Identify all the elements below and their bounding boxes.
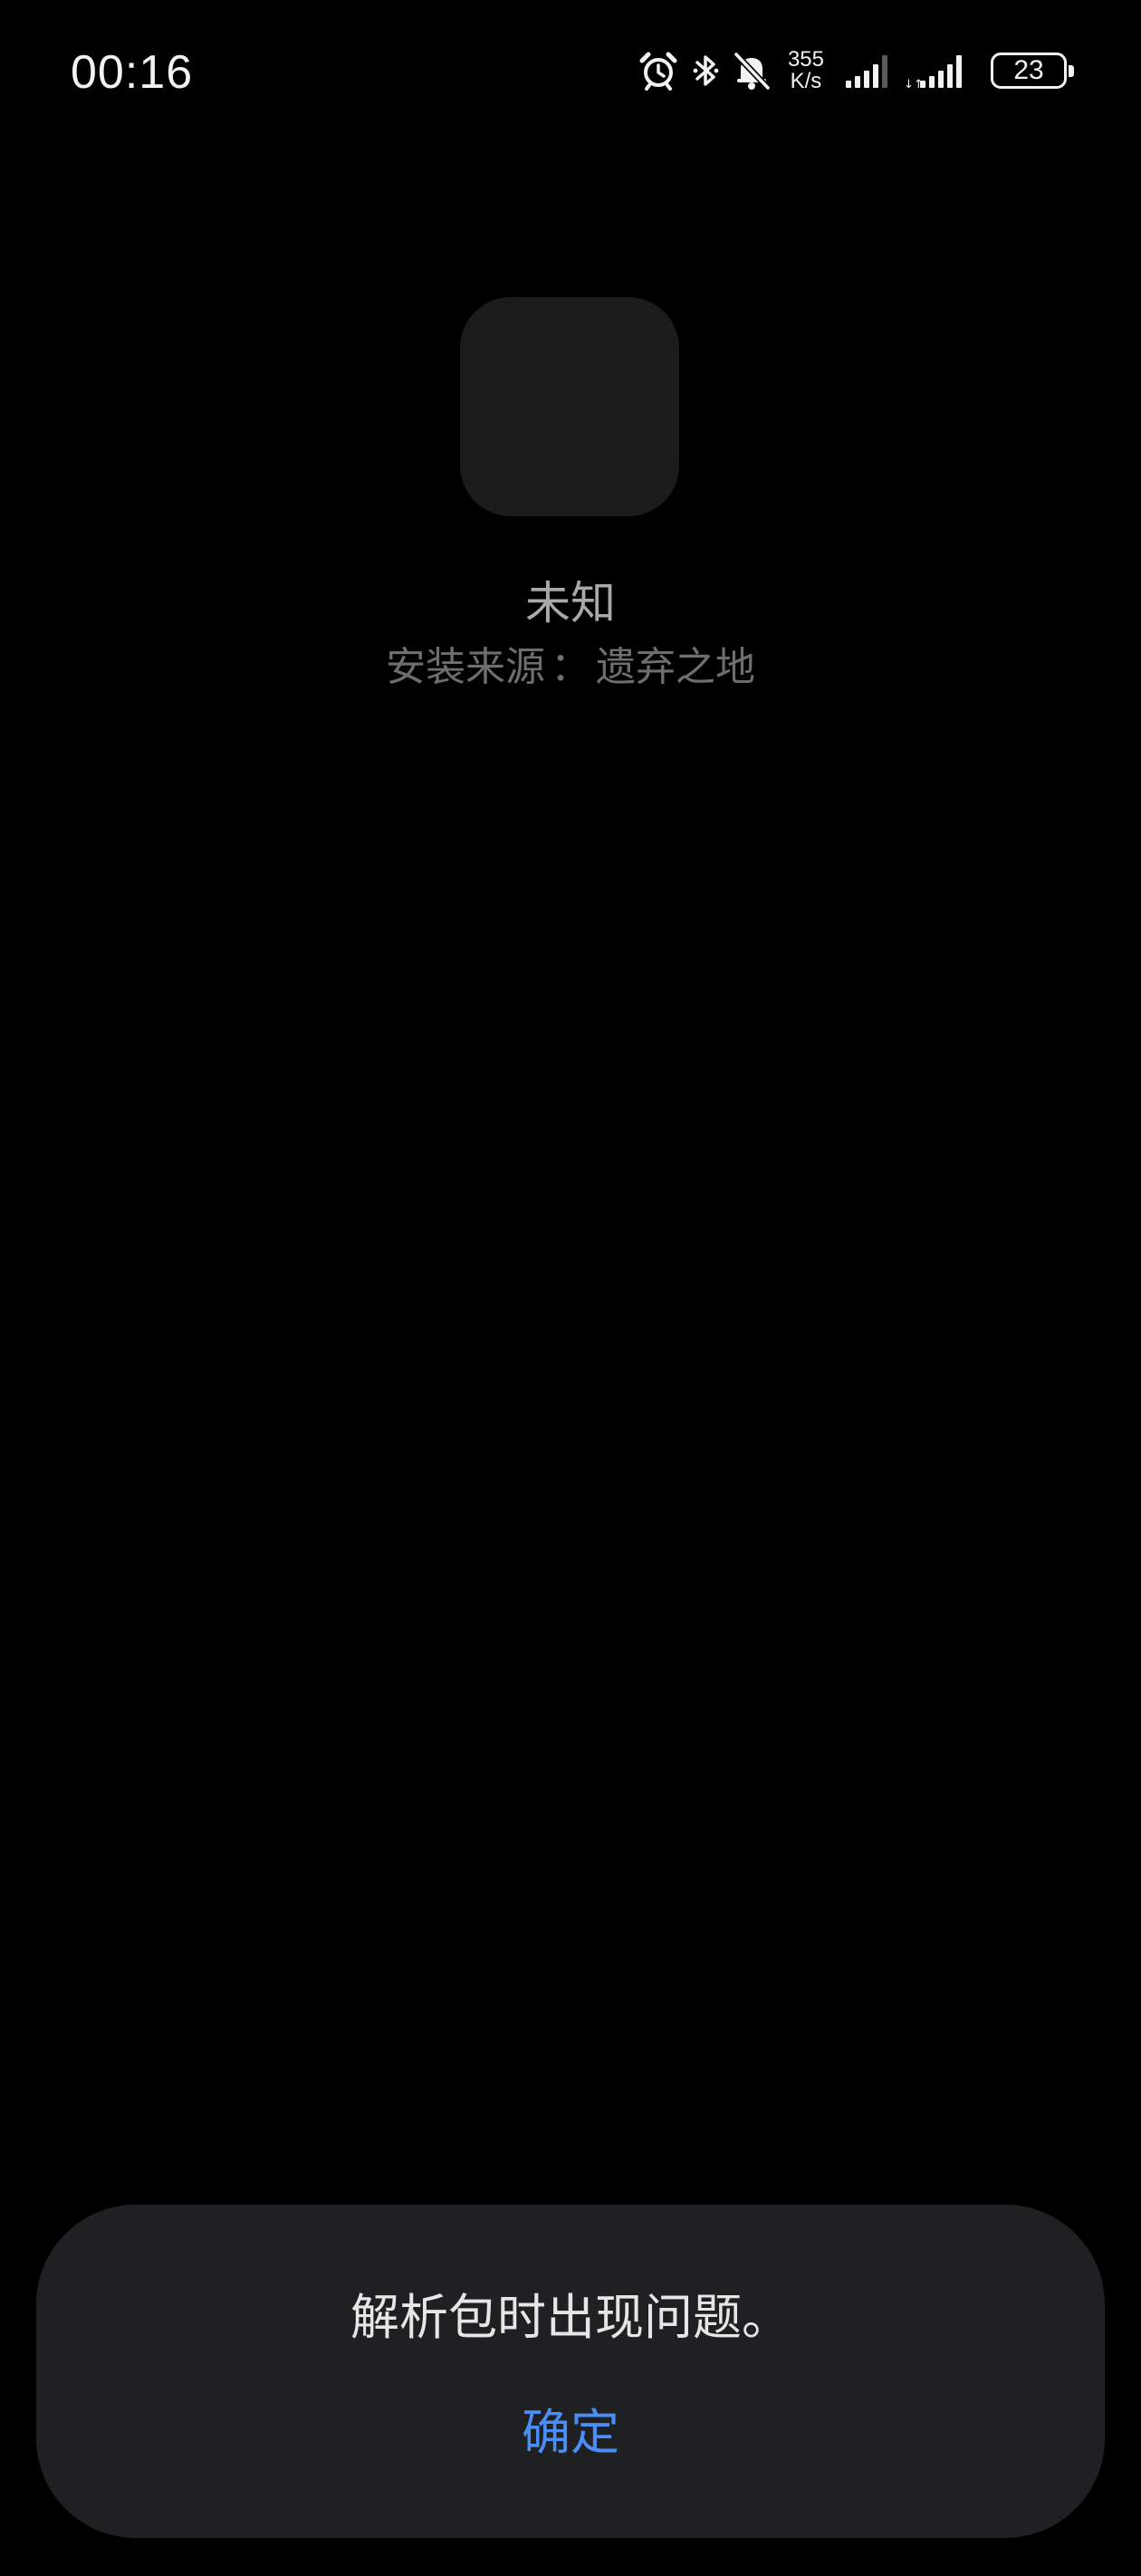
signal-icon bbox=[844, 50, 891, 91]
network-speed: 355 K/s bbox=[788, 49, 824, 92]
signal-icon-2: ↓↑ bbox=[904, 50, 971, 91]
alarm-icon bbox=[638, 50, 679, 91]
dialog-message: 解析包时出现问题。 bbox=[350, 2289, 791, 2346]
install-source-value: 遗弃之地 bbox=[596, 644, 755, 690]
install-source: 安装来源：遗弃之地 bbox=[0, 634, 1141, 692]
error-dialog: 解析包时出现问题。 确定 bbox=[36, 2205, 1105, 2538]
status-icons: 355 K/s ↓↑ 23 bbox=[638, 47, 1074, 94]
status-time: 00:16 bbox=[71, 46, 194, 99]
app-icon-placeholder bbox=[460, 297, 679, 516]
mute-icon bbox=[732, 50, 772, 91]
network-speed-value: 355 bbox=[787, 47, 824, 72]
battery-level: 23 bbox=[1013, 55, 1044, 85]
network-speed-unit: K/s bbox=[790, 69, 822, 93]
battery-icon: 23 bbox=[991, 53, 1074, 89]
confirm-button[interactable]: 确定 bbox=[480, 2382, 661, 2473]
status-bar: 00:16 355 K/s ↓↑ 23 bbox=[0, 0, 1141, 145]
app-name: 未知 bbox=[525, 577, 616, 630]
install-source-label: 安装来源 bbox=[386, 644, 545, 690]
install-source-separator: ： bbox=[551, 644, 590, 690]
package-installer-screen: 00:16 355 K/s ↓↑ 23 未知 安装来源 ： 遗弃之地 解析包时出… bbox=[0, 0, 1141, 2576]
bluetooth-icon bbox=[692, 50, 719, 91]
